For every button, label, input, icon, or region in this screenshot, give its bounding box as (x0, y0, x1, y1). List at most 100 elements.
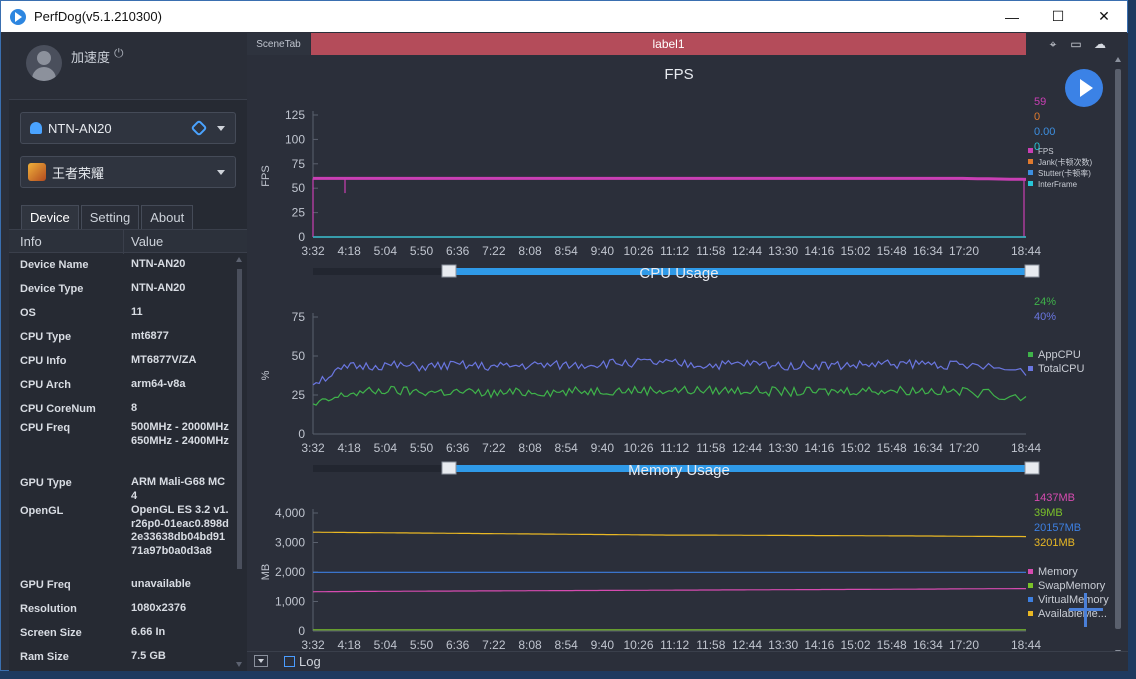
legend-swatch (1028, 597, 1033, 602)
left-scrollbar[interactable] (235, 255, 244, 669)
info-value: 7.5 GB (131, 650, 166, 662)
app-select[interactable]: 王者荣耀 (20, 156, 236, 188)
legend-label: FPS (1038, 147, 1054, 156)
x-tick-label: 18:44 (1011, 244, 1041, 258)
current-value-label: 24% (1034, 296, 1056, 308)
chart-title: CPU Usage (639, 265, 718, 282)
scene-label[interactable]: label1 (311, 33, 1026, 55)
legend-swatch (1028, 569, 1033, 574)
x-tick-label: 8:54 (554, 441, 578, 455)
x-tick-label: 16:34 (913, 638, 943, 651)
series-line-appcpu (312, 385, 1027, 406)
current-value-label: 20157MB (1034, 522, 1081, 534)
info-key: Device Type (20, 283, 84, 295)
scene-tab[interactable]: SceneTab (247, 33, 310, 55)
x-tick-label: 15:48 (877, 441, 907, 455)
current-value-label: 40% (1034, 311, 1056, 323)
scroll-thumb[interactable] (237, 269, 242, 569)
legend-swatch (1028, 181, 1033, 186)
x-tick-label: 5:04 (374, 441, 398, 455)
close-button[interactable]: ✕ (1081, 1, 1127, 32)
tab-about[interactable]: About (141, 205, 194, 229)
tab-device[interactable]: Device (21, 205, 79, 229)
x-tick-label: 17:20 (949, 638, 979, 651)
connection-icon[interactable] (190, 119, 208, 137)
legend-swatch (1028, 583, 1033, 588)
range-slider-fill (449, 465, 1034, 472)
left-panel: 加速度 ⏻ NTN-AN20 王者荣耀 Device Setting About… (9, 33, 247, 671)
user-name: 加速度 (71, 50, 111, 65)
scroll-up-icon[interactable] (236, 257, 242, 262)
table-row: CPU Arch arm64-v8a (9, 373, 235, 397)
add-chart-button[interactable] (1069, 593, 1103, 627)
current-value-label: 1437MB (1034, 492, 1075, 504)
y-tick-label: 25 (292, 206, 306, 220)
y-tick-label: 0 (298, 230, 305, 244)
legend-label: InterFrame (1038, 180, 1078, 189)
info-value: 11 (131, 306, 143, 318)
y-tick-label: 1,000 (275, 595, 305, 609)
table-row: Resolution 1080x2376 (9, 602, 235, 626)
x-tick-label: 14:16 (804, 638, 834, 651)
info-value: OpenGL ES 3.2 v1.r26p0-01eac0.898d2e3363… (131, 504, 229, 557)
location-icon[interactable]: ⌖ (1046, 37, 1060, 51)
range-slider-fill (449, 268, 1034, 275)
power-icon[interactable]: ⏻ (114, 46, 124, 61)
scroll-up-icon[interactable] (1115, 57, 1121, 62)
info-key: Screen Size (20, 627, 82, 639)
table-row: CPU CoreNum 8 (9, 397, 235, 421)
x-tick-label: 8:08 (518, 638, 542, 651)
y-tick-label: 100 (285, 132, 305, 146)
right-panel: SceneTab label1 ⌖ ▭ ☁ FPS FPS 0 25 50 75 100 12… (247, 33, 1128, 671)
info-key: GPU Freq (20, 579, 71, 591)
x-tick-label: 11:58 (696, 638, 725, 651)
charts-scrollbar[interactable] (1113, 57, 1123, 655)
series-line-totalcpu (312, 357, 1027, 386)
divider (9, 99, 247, 100)
tab-setting[interactable]: Setting (80, 205, 140, 229)
title-bar: PerfDog(v5.1.210300) — ☐ ✕ (1, 1, 1127, 32)
header-info: Info (20, 234, 42, 249)
info-key: OpenGL (20, 505, 64, 517)
minimize-button[interactable]: — (989, 1, 1035, 32)
current-value-label: 0 (1034, 111, 1040, 123)
y-tick-label: 50 (292, 181, 306, 195)
range-slider-end-handle (1024, 461, 1040, 475)
current-value-label: 0.00 (1034, 126, 1055, 138)
scroll-down-icon[interactable] (236, 662, 242, 667)
y-axis-label: FPS (260, 165, 272, 186)
x-tick-label: 14:16 (804, 244, 834, 258)
collapse-dropdown-button[interactable] (254, 655, 268, 667)
x-tick-label: 9:40 (591, 441, 615, 455)
scene-bar: SceneTab label1 ⌖ ▭ ☁ (247, 33, 1128, 55)
maximize-button[interactable]: ☐ (1035, 1, 1081, 32)
cloud-icon[interactable]: ☁ (1093, 37, 1107, 51)
play-button[interactable] (1065, 69, 1103, 107)
table-row: GPU Freq unavailable (9, 578, 235, 602)
y-tick-label: 0 (298, 624, 305, 638)
device-select[interactable]: NTN-AN20 (20, 112, 236, 144)
legend-label: SwapMemory (1038, 580, 1106, 592)
y-tick-label: 4,000 (275, 506, 305, 520)
info-key: CPU Info (20, 355, 67, 367)
log-checkbox[interactable] (284, 656, 295, 667)
table-row: OpenGL OpenGL ES 3.2 v1.r26p0-01eac0.898d… (9, 504, 235, 578)
scroll-thumb[interactable] (1115, 69, 1121, 629)
x-tick-label: 15:02 (840, 244, 870, 258)
avatar[interactable] (26, 45, 62, 81)
legend-label: AppCPU (1038, 349, 1081, 361)
bottom-bar: Log (247, 651, 1128, 671)
table-row: GPU Type ARM Mali-G68 MC4 (9, 476, 235, 504)
info-key: OS (20, 307, 36, 319)
info-tabs: Device Setting About (21, 205, 194, 229)
x-tick-label: 9:40 (591, 244, 615, 258)
x-tick-label: 5:04 (374, 244, 398, 258)
x-tick-label: 4:18 (337, 244, 361, 258)
folder-icon[interactable]: ▭ (1069, 37, 1083, 51)
x-tick-label: 7:22 (482, 244, 506, 258)
x-tick-label: 11:58 (696, 441, 725, 455)
legend-swatch (1028, 170, 1033, 175)
chevron-down-icon (217, 126, 225, 131)
x-tick-label: 10:26 (623, 441, 653, 455)
table-row: Screen Size 6.66 In (9, 626, 235, 650)
